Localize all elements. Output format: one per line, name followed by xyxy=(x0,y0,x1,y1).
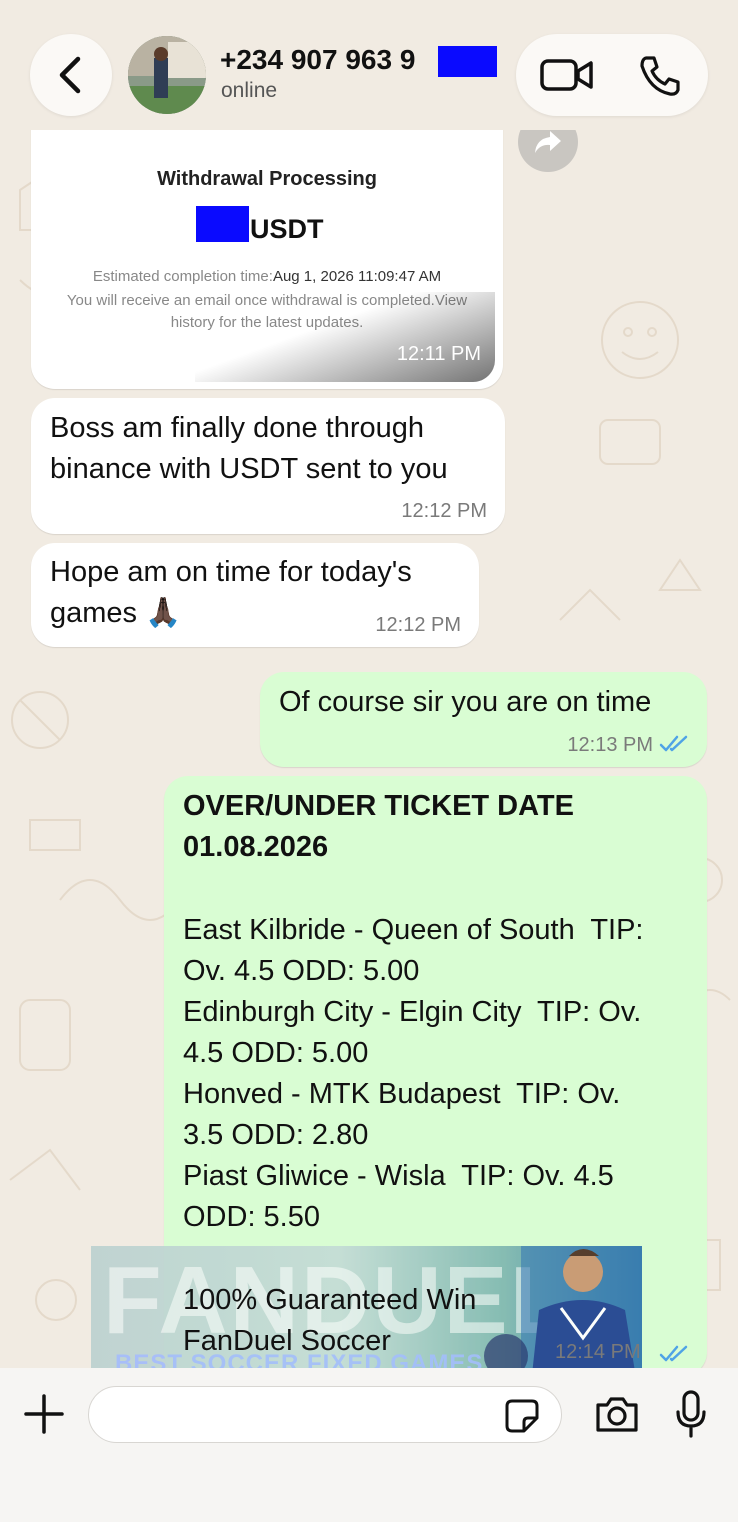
message-time: 12:11 PM xyxy=(396,343,481,365)
message-time: 12:14 PM xyxy=(555,1341,641,1363)
withdrawal-currency: USDT xyxy=(250,214,324,244)
redaction-box xyxy=(196,206,249,242)
message-text: Boss am finally done through binance wit… xyxy=(50,412,448,485)
plus-icon[interactable] xyxy=(22,1392,66,1436)
back-chevron-icon xyxy=(59,56,81,94)
avatar-photo xyxy=(128,36,206,114)
message-time: 12:12 PM xyxy=(375,614,461,636)
incoming-message[interactable]: Boss am finally done through binance wit… xyxy=(31,398,505,534)
message-time: 12:12 PM xyxy=(401,500,487,522)
estimated-value: Aug 1, 2026 11:09:47 AM xyxy=(272,268,442,285)
estimated-label: Estimated completion time: xyxy=(92,268,273,285)
message-time: 12:13 PM xyxy=(567,734,653,756)
message-list[interactable]: Withdrawal Processing USDT Estimated com… xyxy=(0,130,738,1368)
chat-header: +234 907 963 9 online xyxy=(0,0,738,130)
withdrawal-title: Withdrawal Processing xyxy=(157,168,377,190)
withdrawal-screenshot[interactable]: Withdrawal Processing USDT Estimated com… xyxy=(39,130,495,382)
forward-button[interactable] xyxy=(518,130,578,172)
redaction-box xyxy=(438,46,497,77)
message-text: Of course sir you are on time xyxy=(279,686,652,718)
ticket-title: OVER/UNDER TICKET DATE 01.08.2026 xyxy=(183,790,574,863)
microphone-icon[interactable] xyxy=(674,1390,708,1438)
outgoing-message[interactable]: Of course sir you are on time 12:13 PM xyxy=(260,672,707,767)
message-input[interactable] xyxy=(88,1386,562,1443)
contact-status: online xyxy=(221,79,278,102)
image-message[interactable]: Withdrawal Processing USDT Estimated com… xyxy=(31,130,503,389)
ticket-body: East Kilbride - Queen of South TIP: Ov. … xyxy=(183,914,644,1233)
phone-icon[interactable] xyxy=(638,54,682,98)
back-button[interactable] xyxy=(30,34,112,116)
camera-icon[interactable] xyxy=(594,1394,640,1434)
read-ticks-icon xyxy=(659,1345,688,1362)
call-actions xyxy=(516,34,708,116)
estimated-completion: Estimated completion time:Aug 1, 2026 11… xyxy=(39,268,495,285)
ticket-footer: 100% Guaranteed Win FanDuel Soccer xyxy=(183,1284,477,1357)
incoming-message[interactable]: Hope am on time for today's games 🙏🏿 12:… xyxy=(31,543,479,647)
sticker-icon[interactable] xyxy=(504,1398,540,1434)
contact-avatar[interactable] xyxy=(128,36,206,114)
image-shade xyxy=(195,292,495,382)
contact-name[interactable]: +234 907 963 9 xyxy=(220,44,415,76)
forward-icon xyxy=(535,131,561,153)
message-input-bar xyxy=(0,1368,738,1522)
read-ticks-icon xyxy=(659,735,688,752)
message-text: Hope am on time for today's games 🙏🏿 xyxy=(50,556,412,629)
video-call-icon[interactable] xyxy=(540,56,594,94)
